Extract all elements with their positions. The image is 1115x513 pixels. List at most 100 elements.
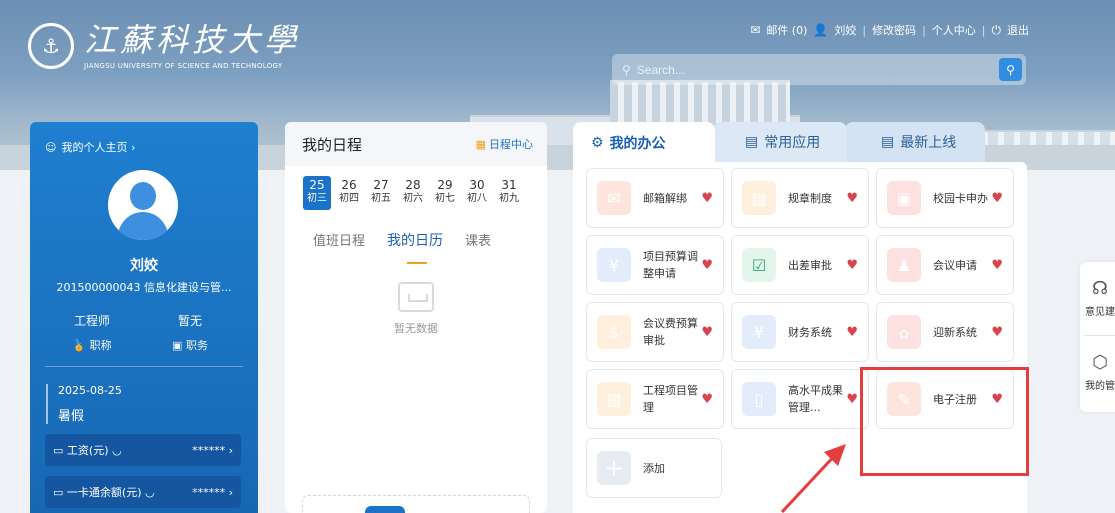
mail-link[interactable]: 邮件 (0) <box>766 22 807 38</box>
tab-my-office[interactable]: ⚙ 我的办公 <box>573 122 715 164</box>
day-strip: 25 初三 26 初四 27 初五 28 初六 29 初七 30 初八 31 初九 <box>303 176 523 210</box>
cube-icon: ⬡ <box>1092 352 1108 373</box>
schedule-add-area[interactable] <box>302 495 530 513</box>
post-label: 职务 <box>185 339 208 352</box>
highlight-box <box>860 367 1029 476</box>
personal-center-link[interactable]: 个人中心 <box>932 22 976 38</box>
briefcase-icon: ▣ <box>172 339 183 352</box>
mail-icon: ✉ <box>597 181 631 215</box>
feedback-button[interactable]: ☊ 意见建 <box>1080 278 1115 318</box>
heart-icon[interactable]: ♥ <box>991 191 1003 206</box>
day-item[interactable]: 28 初六 <box>399 176 427 210</box>
wallet-icon: ▭ <box>53 486 64 499</box>
current-date: 2025-08-25 <box>58 384 122 397</box>
university-logo[interactable]: ⚓ 江蘇科技大學 JIANGSU UNIVERSITY OF SCIENCE A… <box>28 22 300 70</box>
add-app-button[interactable]: + 添加 <box>586 438 722 498</box>
user-icon: 👤 <box>813 23 829 37</box>
app-budget-adjust[interactable]: ¥ 项目预算调整申请 ♥ <box>586 235 724 295</box>
checklist-icon: ☑ <box>742 248 776 282</box>
mail-icon: ✉ <box>750 23 761 37</box>
day-item[interactable]: 30 初八 <box>463 176 491 210</box>
day-item[interactable]: 25 初三 <box>303 176 331 210</box>
heart-icon[interactable]: ♥ <box>846 258 858 273</box>
budget-icon: ¥ <box>597 248 631 282</box>
post-block: 暂无 ▣ 职务 <box>140 312 240 353</box>
heart-icon[interactable]: ♥ <box>701 325 713 340</box>
tab-timetable[interactable]: 课表 <box>465 230 491 250</box>
heart-icon[interactable]: ♥ <box>701 191 713 206</box>
date-block: 2025-08-25 暑假 <box>46 384 122 424</box>
app-campus-card[interactable]: ▣ 校园卡申办 ♥ <box>876 168 1014 228</box>
app-project-management[interactable]: ▥ 工程项目管理 ♥ <box>586 369 724 429</box>
post-value: 暂无 <box>177 314 202 328</box>
search-icon: ⚲ <box>622 62 631 77</box>
meeting-icon: ♟ <box>887 248 921 282</box>
my-management-button[interactable]: ⬡ 我的管 <box>1080 352 1115 392</box>
heart-icon[interactable]: ♥ <box>701 392 713 407</box>
app-meeting-request[interactable]: ♟ 会议申请 ♥ <box>876 235 1014 295</box>
avatar[interactable] <box>108 170 178 240</box>
day-item[interactable]: 29 初七 <box>431 176 459 210</box>
app-finance-system[interactable]: ¥ 财务系统 ♥ <box>731 302 869 362</box>
office-grid-icon: ⚙ <box>591 135 604 151</box>
profile-panel: ☺ 我的个人主页 › 刘姣 201500000043 信息化建设与管... 工程… <box>30 122 258 513</box>
app-mail-unbind[interactable]: ✉ 邮箱解绑 ♥ <box>586 168 724 228</box>
title-block: 工程师 🏅 职称 <box>42 312 142 353</box>
card-balance-value: ****** <box>192 485 226 499</box>
logo-title: 江蘇科技大學 <box>84 21 301 59</box>
power-icon: ⏻ <box>991 22 1002 37</box>
chevron-right-icon: › <box>228 443 233 457</box>
empty-text: 暂无数据 <box>394 322 438 335</box>
document-icon: ▤ <box>742 181 776 215</box>
app-travel-approval[interactable]: ☑ 出差审批 ♥ <box>731 235 869 295</box>
tab-duty-schedule[interactable]: 值班日程 <box>313 230 365 250</box>
heart-icon[interactable]: ♥ <box>991 325 1003 340</box>
salary-row[interactable]: ▭ 工资(元) ◡ ****** › <box>45 434 241 466</box>
heart-icon[interactable]: ♥ <box>846 191 858 206</box>
divider <box>45 366 243 367</box>
user-name[interactable]: 刘姣 <box>834 22 856 38</box>
day-item[interactable]: 26 初四 <box>335 176 363 210</box>
chevron-right-icon: › <box>228 485 233 499</box>
app-welcome-system[interactable]: ⌂ 迎新系统 ♥ <box>876 302 1014 362</box>
day-item[interactable]: 27 初五 <box>367 176 395 210</box>
new-badge-icon: ▤ <box>881 134 895 150</box>
home-link[interactable]: ☺ 我的个人主页 › <box>45 139 135 155</box>
tab-common-apps[interactable]: ▤ 常用应用 <box>713 122 847 162</box>
card-icon: ▣ <box>887 181 921 215</box>
change-password-link[interactable]: 修改密码 <box>872 22 916 38</box>
house-icon: ⌂ <box>887 315 921 349</box>
search-button[interactable]: ⚲ <box>999 58 1022 81</box>
headset-icon: ☊ <box>1092 278 1108 299</box>
card-balance-row[interactable]: ▭ 一卡通余额(元) ◡ ****** › <box>45 476 241 508</box>
tab-new-online[interactable]: ▤ 最新上线 <box>845 122 985 162</box>
day-item[interactable]: 31 初九 <box>495 176 523 210</box>
app-achievement-management[interactable]: ▯ 高水平成果管理... ♥ <box>731 369 869 429</box>
finance-icon: ¥ <box>742 315 776 349</box>
schedule-center-link[interactable]: ▦ 日程中心 <box>476 136 533 152</box>
profile-id-dept: 201500000043 信息化建设与管... <box>56 281 232 294</box>
heart-icon[interactable]: ♥ <box>846 392 858 407</box>
heart-icon[interactable]: ♥ <box>846 325 858 340</box>
search-input[interactable] <box>636 62 977 77</box>
user-circle-icon: ☺ <box>45 140 57 154</box>
season-label: 暑假 <box>58 409 85 424</box>
profile-name: 刘姣 <box>130 258 158 274</box>
home-link-label: 我的个人主页 › <box>61 141 136 154</box>
app-meeting-budget[interactable]: $ 会议费预算审批 ♥ <box>586 302 724 362</box>
heart-icon[interactable]: ♥ <box>991 258 1003 273</box>
heart-icon[interactable]: ♥ <box>701 258 713 273</box>
eye-closed-icon[interactable]: ◡ <box>145 486 155 499</box>
schedule-tabs: 值班日程 我的日历 课表 <box>313 230 491 264</box>
office-panel: ▤ 最新上线 ▤ 常用应用 ⚙ 我的办公 ✉ 邮箱解绑 ♥ ▤ 规章制度 ♥ ▣… <box>573 122 1029 513</box>
logo-subtitle: JIANGSU UNIVERSITY OF SCIENCE AND TECHNO… <box>84 62 283 70</box>
eye-closed-icon[interactable]: ◡ <box>112 444 122 457</box>
salary-label: 工资(元) <box>66 444 109 457</box>
schedule-panel: 我的日程 ▦ 日程中心 25 初三 26 初四 27 初五 28 初六 29 初七 30 初… <box>285 122 547 513</box>
title-label: 职称 <box>89 339 112 352</box>
search-bar: ⚲ ⚲ <box>612 54 1026 85</box>
tab-my-calendar[interactable]: 我的日历 <box>387 230 443 264</box>
logout-link[interactable]: 退出 <box>1007 22 1029 38</box>
app-regulations[interactable]: ▤ 规章制度 ♥ <box>731 168 869 228</box>
hot-badge-icon: ▤ <box>745 134 759 150</box>
